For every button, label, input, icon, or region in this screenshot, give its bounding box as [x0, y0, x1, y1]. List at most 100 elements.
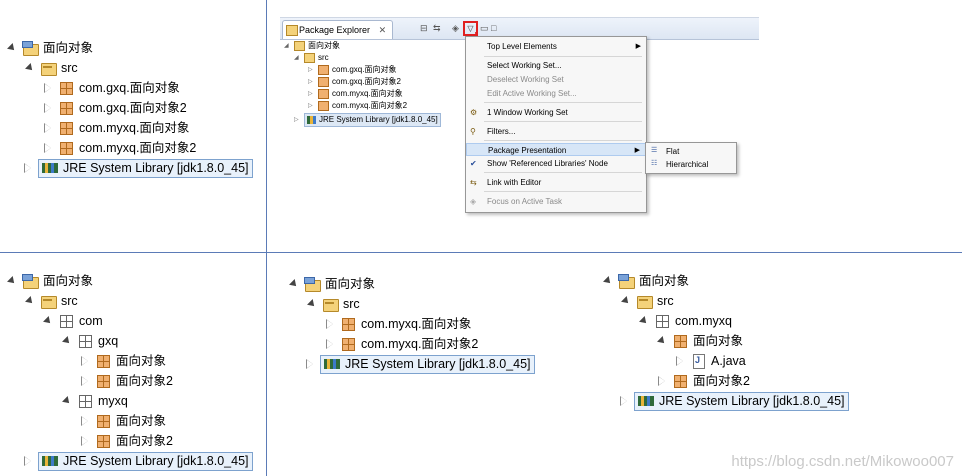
- expand-toggle-icon[interactable]: [22, 455, 34, 467]
- submenu-item-flat[interactable]: ☰ Flat: [646, 145, 736, 158]
- expand-toggle-icon[interactable]: [6, 42, 18, 54]
- expand-toggle-icon[interactable]: [42, 102, 54, 114]
- node-label: com: [79, 314, 103, 328]
- menu-item-link-with-editor[interactable]: ⇆ Link with Editor: [466, 176, 646, 189]
- tree-node-src[interactable]: src: [620, 291, 674, 311]
- menu-label: Select Working Set...: [487, 61, 562, 70]
- node-label: JRE System Library [jdk1.8.0_45]: [63, 160, 249, 175]
- tree-node-package[interactable]: 面向对象: [656, 331, 743, 351]
- tree-node-src[interactable]: src: [24, 291, 78, 311]
- menu-item-package-presentation[interactable]: Package Presentation ▶: [466, 143, 646, 156]
- tree-node-package[interactable]: com.gxq.面向对象2: [42, 98, 187, 118]
- tree-node-src[interactable]: src: [24, 58, 78, 78]
- expand-toggle-icon[interactable]: [602, 275, 614, 287]
- expand-toggle-icon[interactable]: [304, 358, 316, 370]
- node-label: com.gxq.面向对象2: [79, 101, 187, 115]
- package-icon: [340, 337, 356, 351]
- library-icon: [42, 161, 58, 175]
- tree-node-library[interactable]: JRE System Library [jdk1.8.0_45]: [22, 451, 253, 471]
- task-icon: ◈: [470, 197, 477, 206]
- tree-node-library[interactable]: ▷ JRE System Library [jdk1.8.0_45]: [294, 113, 441, 127]
- tree-node-src[interactable]: ◢ src: [294, 52, 329, 64]
- tree-node-project[interactable]: 面向对象: [602, 271, 689, 291]
- node-label: 面向对象: [308, 41, 340, 50]
- collapse-all-icon[interactable]: ⊟: [420, 22, 428, 34]
- tree-node-package[interactable]: myxq: [61, 391, 128, 411]
- project-icon: [618, 274, 635, 289]
- tree-node-library[interactable]: JRE System Library [jdk1.8.0_45]: [22, 158, 253, 178]
- tree-node-file[interactable]: A.java: [674, 351, 746, 371]
- tree-node-project[interactable]: 面向对象: [6, 271, 93, 291]
- expand-toggle-icon[interactable]: [306, 298, 318, 310]
- expand-toggle-icon[interactable]: [656, 335, 668, 347]
- expand-toggle-icon[interactable]: [324, 338, 336, 350]
- expand-toggle-icon[interactable]: [79, 355, 91, 367]
- expand-toggle-icon[interactable]: [24, 295, 36, 307]
- expand-toggle-icon[interactable]: [79, 375, 91, 387]
- expand-toggle-icon[interactable]: [618, 395, 630, 407]
- menu-item-top-level-elements[interactable]: Top Level Elements ▶: [466, 40, 646, 53]
- menu-separator: [484, 102, 642, 103]
- tree-node-project[interactable]: 面向对象: [288, 274, 375, 294]
- source-folder-icon: [40, 294, 57, 309]
- tree-node-package[interactable]: 面向对象: [79, 411, 166, 431]
- tree-node-project[interactable]: ◢ 面向对象: [284, 40, 340, 52]
- expand-toggle-icon[interactable]: [24, 62, 36, 74]
- tree-node-package[interactable]: ▷ com.myxq.面向对象2: [308, 100, 407, 112]
- tree-node-package[interactable]: gxq: [61, 331, 118, 351]
- menu-item-edit-working-set: Edit Active Working Set...: [466, 87, 646, 100]
- expand-toggle-icon[interactable]: [674, 355, 686, 367]
- focus-icon[interactable]: ◈: [452, 22, 459, 34]
- tree-node-library[interactable]: JRE System Library [jdk1.8.0_45]: [304, 354, 535, 374]
- tree-node-package[interactable]: com: [42, 311, 103, 331]
- menu-separator: [484, 172, 642, 173]
- tree-node-project[interactable]: 面向对象: [6, 38, 93, 58]
- expand-toggle-icon[interactable]: [620, 295, 632, 307]
- tree-node-package[interactable]: 面向对象2: [656, 371, 750, 391]
- tree-node-package[interactable]: com.myxq.面向对象2: [324, 334, 478, 354]
- menu-item-window-working-set[interactable]: ⚙ 1 Window Working Set: [466, 106, 646, 119]
- link-editor-icon[interactable]: ⇆: [433, 22, 441, 34]
- tree-node-package[interactable]: 面向对象2: [79, 431, 173, 451]
- menu-item-focus-active-task: ◈ Focus on Active Task: [466, 195, 646, 208]
- submenu-item-hierarchical[interactable]: ☷ Hierarchical: [646, 158, 736, 171]
- node-label: 面向对象2: [693, 374, 750, 388]
- tree-node-package[interactable]: com.myxq.面向对象2: [42, 138, 196, 158]
- expand-toggle-icon[interactable]: [42, 315, 54, 327]
- empty-package-icon: [654, 314, 670, 328]
- tree-node-package[interactable]: com.myxq: [638, 311, 732, 331]
- expand-toggle-icon[interactable]: [288, 278, 300, 290]
- check-icon: ✔: [470, 159, 477, 168]
- expand-toggle-icon[interactable]: [42, 82, 54, 94]
- close-icon[interactable]: ✕: [379, 25, 387, 35]
- expand-toggle-icon[interactable]: [324, 318, 336, 330]
- menu-item-show-referenced-libraries[interactable]: ✔ Show 'Referenced Libraries' Node: [466, 157, 646, 170]
- expand-toggle-icon[interactable]: [79, 415, 91, 427]
- menu-separator: [484, 191, 642, 192]
- expand-toggle-icon[interactable]: [79, 435, 91, 447]
- tree-node-package[interactable]: ▷ com.gxq.面向对象: [308, 64, 396, 76]
- tree-node-package[interactable]: com.gxq.面向对象: [42, 78, 180, 98]
- menu-item-select-working-set[interactable]: Select Working Set...: [466, 59, 646, 72]
- tree-node-package[interactable]: ▷ com.myxq.面向对象: [308, 88, 403, 100]
- expand-toggle-icon[interactable]: [61, 335, 73, 347]
- tree-node-package[interactable]: com.myxq.面向对象: [324, 314, 471, 334]
- expand-toggle-icon[interactable]: [638, 315, 650, 327]
- expand-toggle-icon[interactable]: [6, 275, 18, 287]
- expand-toggle-icon[interactable]: [61, 395, 73, 407]
- tab-package-explorer[interactable]: Package Explorer ✕: [282, 20, 394, 39]
- node-label: com.myxq.面向对象2: [332, 101, 408, 110]
- tree-node-src[interactable]: src: [306, 294, 360, 314]
- expand-toggle-icon[interactable]: [22, 162, 34, 174]
- node-label: com.myxq.面向对象: [361, 317, 472, 331]
- submenu-arrow-icon: ▶: [634, 147, 640, 154]
- tree-node-package[interactable]: 面向对象2: [79, 371, 173, 391]
- expand-toggle-icon[interactable]: [42, 142, 54, 154]
- menu-item-filters[interactable]: ⚲ Filters...: [466, 125, 646, 138]
- expand-toggle-icon[interactable]: [656, 375, 668, 387]
- tree-node-package[interactable]: 面向对象: [79, 351, 166, 371]
- tree-node-library[interactable]: JRE System Library [jdk1.8.0_45]: [618, 391, 849, 411]
- tree-node-package[interactable]: ▷ com.gxq.面向对象2: [308, 76, 401, 88]
- expand-toggle-icon[interactable]: [42, 122, 54, 134]
- tree-node-package[interactable]: com.myxq.面向对象: [42, 118, 189, 138]
